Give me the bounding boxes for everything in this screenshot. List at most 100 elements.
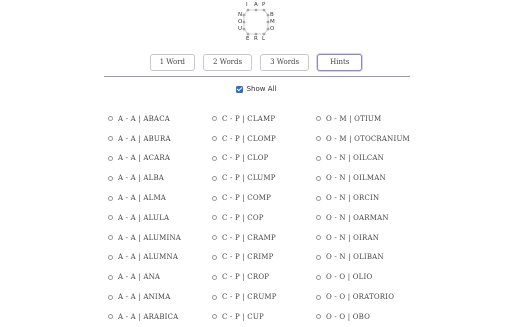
- list-item: C - P | CUP: [212, 307, 277, 327]
- divider: [104, 76, 410, 77]
- hint-column-c: C - P | CLAMP C - P | CLOMP C - P | CLOP C …: [212, 109, 277, 327]
- hint-word: C - P | CLAMP: [222, 114, 276, 123]
- list-item: C - P | CRIMP: [212, 248, 277, 268]
- show-all-toggle[interactable]: Show All: [0, 85, 512, 93]
- bullet-icon: [212, 235, 217, 241]
- hint-word: A - A | ALUMNA: [118, 253, 179, 262]
- hint-word: C - P | CRUMP: [222, 293, 277, 302]
- list-item: O - N | OILCAN: [316, 149, 410, 169]
- bullet-icon: [108, 274, 113, 280]
- list-item: A - A | ABACA: [108, 109, 181, 129]
- bullet-icon: [316, 116, 321, 122]
- hint-word: A - A | ABACA: [118, 114, 170, 123]
- tab-1-word[interactable]: 1 Word: [149, 54, 196, 71]
- hint-column-a: A - A | ABACA A - A | ABURA A - A | ACARA A…: [108, 109, 181, 327]
- hint-word: A - A | ALMA: [118, 194, 167, 203]
- tab-3-words[interactable]: 3 Words: [260, 54, 310, 71]
- letter-boxed-logo: I A P N B O M U O E R L: [234, 2, 278, 42]
- bullet-icon: [108, 136, 113, 142]
- list-item: O - N | OARMAN: [316, 208, 410, 228]
- list-item: O - N | OILMAN: [316, 168, 410, 188]
- hint-word: C - P | CROP: [222, 273, 270, 282]
- list-item: O - O | OLIO: [316, 267, 410, 287]
- list-item: C - P | CROP: [212, 267, 277, 287]
- logo-letter: A: [254, 2, 258, 8]
- bullet-icon: [212, 215, 217, 221]
- bullet-icon: [316, 235, 321, 241]
- list-item: C - P | CLAMP: [212, 109, 277, 129]
- hint-word: A - A | ABURA: [118, 134, 171, 143]
- hint-word: C - P | CRAMP: [222, 233, 276, 242]
- bullet-icon: [316, 136, 321, 142]
- logo-letter: B: [270, 12, 274, 18]
- bullet-icon: [108, 294, 113, 300]
- list-item: A - A | ANA: [108, 267, 181, 287]
- tab-2-words[interactable]: 2 Words: [203, 54, 253, 71]
- list-item: O - N | ORCIN: [316, 188, 410, 208]
- list-item: C - P | COMP: [212, 188, 277, 208]
- bullet-icon: [212, 175, 217, 181]
- list-item: A - A | ALMA: [108, 188, 181, 208]
- hint-word: O - O | OLIO: [326, 273, 373, 282]
- show-all-checkbox[interactable]: [235, 85, 243, 93]
- hint-word: A - A | ANA: [118, 273, 161, 282]
- logo-letter: M: [270, 19, 275, 25]
- bullet-icon: [108, 155, 113, 161]
- hint-word: A - A | ALBA: [118, 174, 165, 183]
- bullet-icon: [108, 195, 113, 201]
- logo-letter: O: [270, 26, 275, 32]
- list-item: A - A | ANIMA: [108, 287, 181, 307]
- list-item: C - P | CLOP: [212, 149, 277, 169]
- bullet-icon: [316, 314, 321, 320]
- bullet-icon: [212, 254, 217, 260]
- hint-word: A - A | ACARA: [118, 154, 171, 163]
- list-item: A - A | ACARA: [108, 149, 181, 169]
- list-item: A - A | ALULA: [108, 208, 181, 228]
- list-item: O - M | OTIUM: [316, 109, 410, 129]
- bullet-icon: [212, 155, 217, 161]
- bullet-icon: [108, 314, 113, 320]
- hint-word: O - N | OARMAN: [326, 213, 389, 222]
- list-item: O - O | ORATORIO: [316, 287, 410, 307]
- bullet-icon: [316, 294, 321, 300]
- hint-word: C - P | COMP: [222, 194, 272, 203]
- list-item: A - A | ARABICA: [108, 307, 181, 327]
- logo-letter: P: [262, 2, 266, 8]
- list-item: A - A | ABURA: [108, 129, 181, 149]
- hint-word: O - N | ORCIN: [326, 194, 380, 203]
- hint-word: O - O | ORATORIO: [326, 293, 395, 302]
- list-item: A - A | ALBA: [108, 168, 181, 188]
- bullet-icon: [108, 235, 113, 241]
- bullet-icon: [108, 215, 113, 221]
- show-all-label: Show All: [246, 85, 277, 93]
- list-item: A - A | ALUMNA: [108, 248, 181, 268]
- hint-word: O - M | OTOCRANIUM: [326, 134, 410, 143]
- list-item: C - P | CLOMP: [212, 129, 277, 149]
- logo-letter: R: [254, 36, 258, 42]
- hint-word: C - P | COP: [222, 213, 264, 222]
- bullet-icon: [316, 215, 321, 221]
- bullet-icon: [316, 175, 321, 181]
- bullet-icon: [108, 175, 113, 181]
- hint-word: A - A | ALUMINA: [118, 233, 182, 242]
- hint-word: A - A | ALULA: [118, 213, 170, 222]
- list-item: C - P | CRUMP: [212, 287, 277, 307]
- list-item: O - N | OLIBAN: [316, 248, 410, 268]
- logo-letter: I: [246, 2, 248, 8]
- bullet-icon: [316, 274, 321, 280]
- list-item: C - P | CLUMP: [212, 168, 277, 188]
- list-item: C - P | CRAMP: [212, 228, 277, 248]
- hint-word: C - P | CLOMP: [222, 134, 276, 143]
- bullet-icon: [212, 116, 217, 122]
- hint-word: C - P | CLOP: [222, 154, 269, 163]
- bullet-icon: [108, 116, 113, 122]
- bullet-icon: [316, 155, 321, 161]
- hint-word: A - A | ANIMA: [118, 293, 171, 302]
- mode-tabs: 1 Word 2 Words 3 Words Hints: [0, 54, 512, 71]
- logo-letter: N: [238, 12, 243, 18]
- logo-letter: U: [238, 26, 243, 32]
- logo-letter: L: [262, 36, 266, 42]
- tab-hints[interactable]: Hints: [317, 54, 363, 71]
- bullet-icon: [212, 195, 217, 201]
- hint-column-o: O - M | OTIUM O - M | OTOCRANIUM O - N | O…: [316, 109, 410, 327]
